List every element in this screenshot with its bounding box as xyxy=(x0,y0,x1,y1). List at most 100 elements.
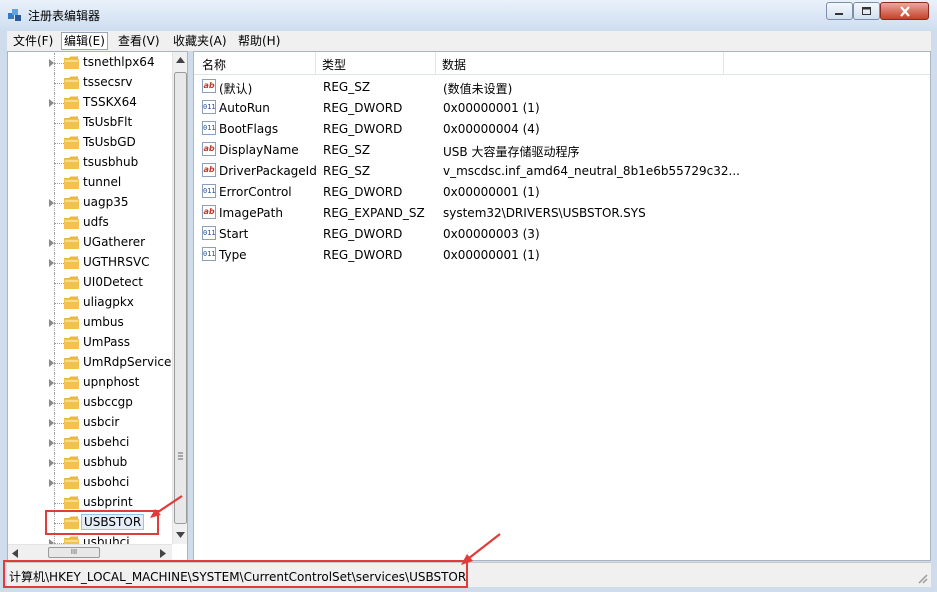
tree-item-label: uliagpkx xyxy=(83,295,134,309)
value-row[interactable]: 011 Start REG_DWORD 0x00000003 (3) xyxy=(194,224,930,245)
value-row[interactable]: ab (默认) REG_SZ (数值未设置) xyxy=(194,77,930,98)
folder-icon xyxy=(64,476,79,489)
value-type: REG_DWORD xyxy=(323,227,403,241)
tree-item[interactable]: tsusbhub xyxy=(8,153,178,173)
expand-arrow-icon[interactable] xyxy=(49,59,54,67)
folder-icon xyxy=(64,256,79,269)
tree-item[interactable]: TsUsbFlt xyxy=(8,113,178,133)
scroll-left-icon[interactable] xyxy=(12,549,18,558)
tree-item[interactable]: usbccgp xyxy=(8,393,178,413)
minimize-button[interactable] xyxy=(826,2,853,20)
tree-item[interactable]: UGTHRSVC xyxy=(8,253,178,273)
tree-item-label: UI0Detect xyxy=(83,275,143,289)
tree-item-label: UmPass xyxy=(83,335,131,349)
tree-item-label: TsUsbGD xyxy=(83,135,136,149)
tree-item[interactable]: usbcir xyxy=(8,413,178,433)
value-name: (默认) xyxy=(219,82,253,96)
value-row[interactable]: 011 Type REG_DWORD 0x00000001 (1) xyxy=(194,245,930,266)
tree-item[interactable]: upnphost xyxy=(8,373,178,393)
value-row[interactable]: 011 BootFlags REG_DWORD 0x00000004 (4) xyxy=(194,119,930,140)
tree-item-label: TSSKX64 xyxy=(83,95,137,109)
tree-item-label: TsUsbFlt xyxy=(83,115,133,129)
menu-file[interactable]: 文件(F) xyxy=(11,33,55,49)
folder-icon xyxy=(64,296,79,309)
tree-item-label: umbus xyxy=(83,315,124,329)
tree-vertical-scrollbar[interactable] xyxy=(172,52,187,544)
tree-horizontal-scrollbar[interactable]: III xyxy=(8,544,172,560)
tree-item-label: usbccgp xyxy=(83,395,133,409)
value-name: Start xyxy=(219,227,249,241)
folder-icon xyxy=(64,496,79,509)
close-button[interactable] xyxy=(880,2,929,20)
tree-item[interactable]: TsUsbGD xyxy=(8,133,178,153)
value-row[interactable]: 011 AutoRun REG_DWORD 0x00000001 (1) xyxy=(194,98,930,119)
menu-edit[interactable]: 编辑(E) xyxy=(61,32,108,50)
value-data: USB 大容量存储驱动程序 xyxy=(443,145,580,159)
folder-icon xyxy=(64,376,79,389)
regedit-icon xyxy=(8,9,21,21)
value-row[interactable]: ab DisplayName REG_SZ USB 大容量存储驱动程序 xyxy=(194,140,930,161)
tree-item[interactable]: TSSKX64 xyxy=(8,93,178,113)
expand-arrow-icon[interactable] xyxy=(49,359,54,367)
expand-arrow-icon[interactable] xyxy=(49,439,54,447)
tree-item[interactable]: usbohci xyxy=(8,473,178,493)
expand-arrow-icon[interactable] xyxy=(49,239,54,247)
value-name: ErrorControl xyxy=(219,185,292,199)
tree-item[interactable]: UI0Detect xyxy=(8,273,178,293)
value-row[interactable]: 011 ErrorControl REG_DWORD 0x00000001 (1) xyxy=(194,182,930,203)
tree-scroll-thumb[interactable] xyxy=(174,72,187,524)
folder-icon xyxy=(64,536,79,544)
key-tree[interactable]: tsnethlpx64 tssecsrv TSSKX64 TsUsbFlt TsUsbG… xyxy=(7,51,188,561)
tree-item-label: UmRdpService xyxy=(83,355,172,369)
menu-favorites[interactable]: 收藏夹(A) xyxy=(171,33,229,49)
value-row[interactable]: ab DriverPackageId REG_SZ v_mscdsc.inf_amd6… xyxy=(194,161,930,182)
tree-item[interactable]: uliagpkx xyxy=(8,293,178,313)
value-data: 0x00000001 (1) xyxy=(443,101,540,115)
value-type: REG_SZ xyxy=(323,143,371,157)
scroll-up-icon[interactable] xyxy=(176,57,185,63)
expand-arrow-icon[interactable] xyxy=(49,379,54,387)
folder-icon xyxy=(64,396,79,409)
expand-arrow-icon[interactable] xyxy=(49,319,54,327)
value-type: REG_SZ xyxy=(323,164,371,178)
tree-item[interactable]: UmPass xyxy=(8,333,178,353)
tree-hscroll-thumb[interactable]: III xyxy=(48,547,100,558)
tree-item[interactable]: tssecsrv xyxy=(8,73,178,93)
column-type-header[interactable]: 类型 xyxy=(322,56,346,73)
scroll-right-icon[interactable] xyxy=(160,549,166,558)
tree-item[interactable]: UmRdpService xyxy=(8,353,178,373)
expand-arrow-icon[interactable] xyxy=(49,99,54,107)
expand-arrow-icon[interactable] xyxy=(49,459,54,467)
value-name: BootFlags xyxy=(219,122,279,136)
scroll-down-icon[interactable] xyxy=(176,532,185,538)
values-list[interactable]: 名称 类型 数据 ab (默认) REG_SZ (数值未设置) 011 AutoRun RE… xyxy=(193,51,931,561)
tree-item-label: UGatherer xyxy=(83,235,146,249)
tree-item[interactable]: tunnel xyxy=(8,173,178,193)
tree-item-label: tsusbhub xyxy=(83,155,139,169)
resize-grip-icon[interactable] xyxy=(916,572,928,584)
column-name-header[interactable]: 名称 xyxy=(202,56,226,73)
tree-item-label: usbuhci xyxy=(83,535,130,544)
value-row[interactable]: ab ImagePath REG_EXPAND_SZ system32\DRIVERS… xyxy=(194,203,930,224)
expand-arrow-icon[interactable] xyxy=(49,259,54,267)
tree-item-label: tunnel xyxy=(83,175,122,189)
tree-item[interactable]: UGatherer xyxy=(8,233,178,253)
expand-arrow-icon[interactable] xyxy=(49,479,54,487)
column-data-header[interactable]: 数据 xyxy=(442,56,466,73)
expand-arrow-icon[interactable] xyxy=(49,419,54,427)
tree-item[interactable]: uagp35 xyxy=(8,193,178,213)
tree-item[interactable]: usbhub xyxy=(8,453,178,473)
menu-view[interactable]: 查看(V) xyxy=(116,33,162,49)
tree-item[interactable]: udfs xyxy=(8,213,178,233)
tree-item[interactable]: usbehci xyxy=(8,433,178,453)
menu-help[interactable]: 帮助(H) xyxy=(236,33,282,49)
expand-arrow-icon[interactable] xyxy=(49,199,54,207)
tree-item-label: usbhub xyxy=(83,455,128,469)
tree-item[interactable]: tsnethlpx64 xyxy=(8,53,178,73)
tree-item[interactable]: umbus xyxy=(8,313,178,333)
binary-value-icon: 011 xyxy=(202,184,216,198)
folder-icon xyxy=(64,436,79,449)
expand-arrow-icon[interactable] xyxy=(49,399,54,407)
maximize-button[interactable] xyxy=(853,2,880,20)
folder-icon xyxy=(64,456,79,469)
